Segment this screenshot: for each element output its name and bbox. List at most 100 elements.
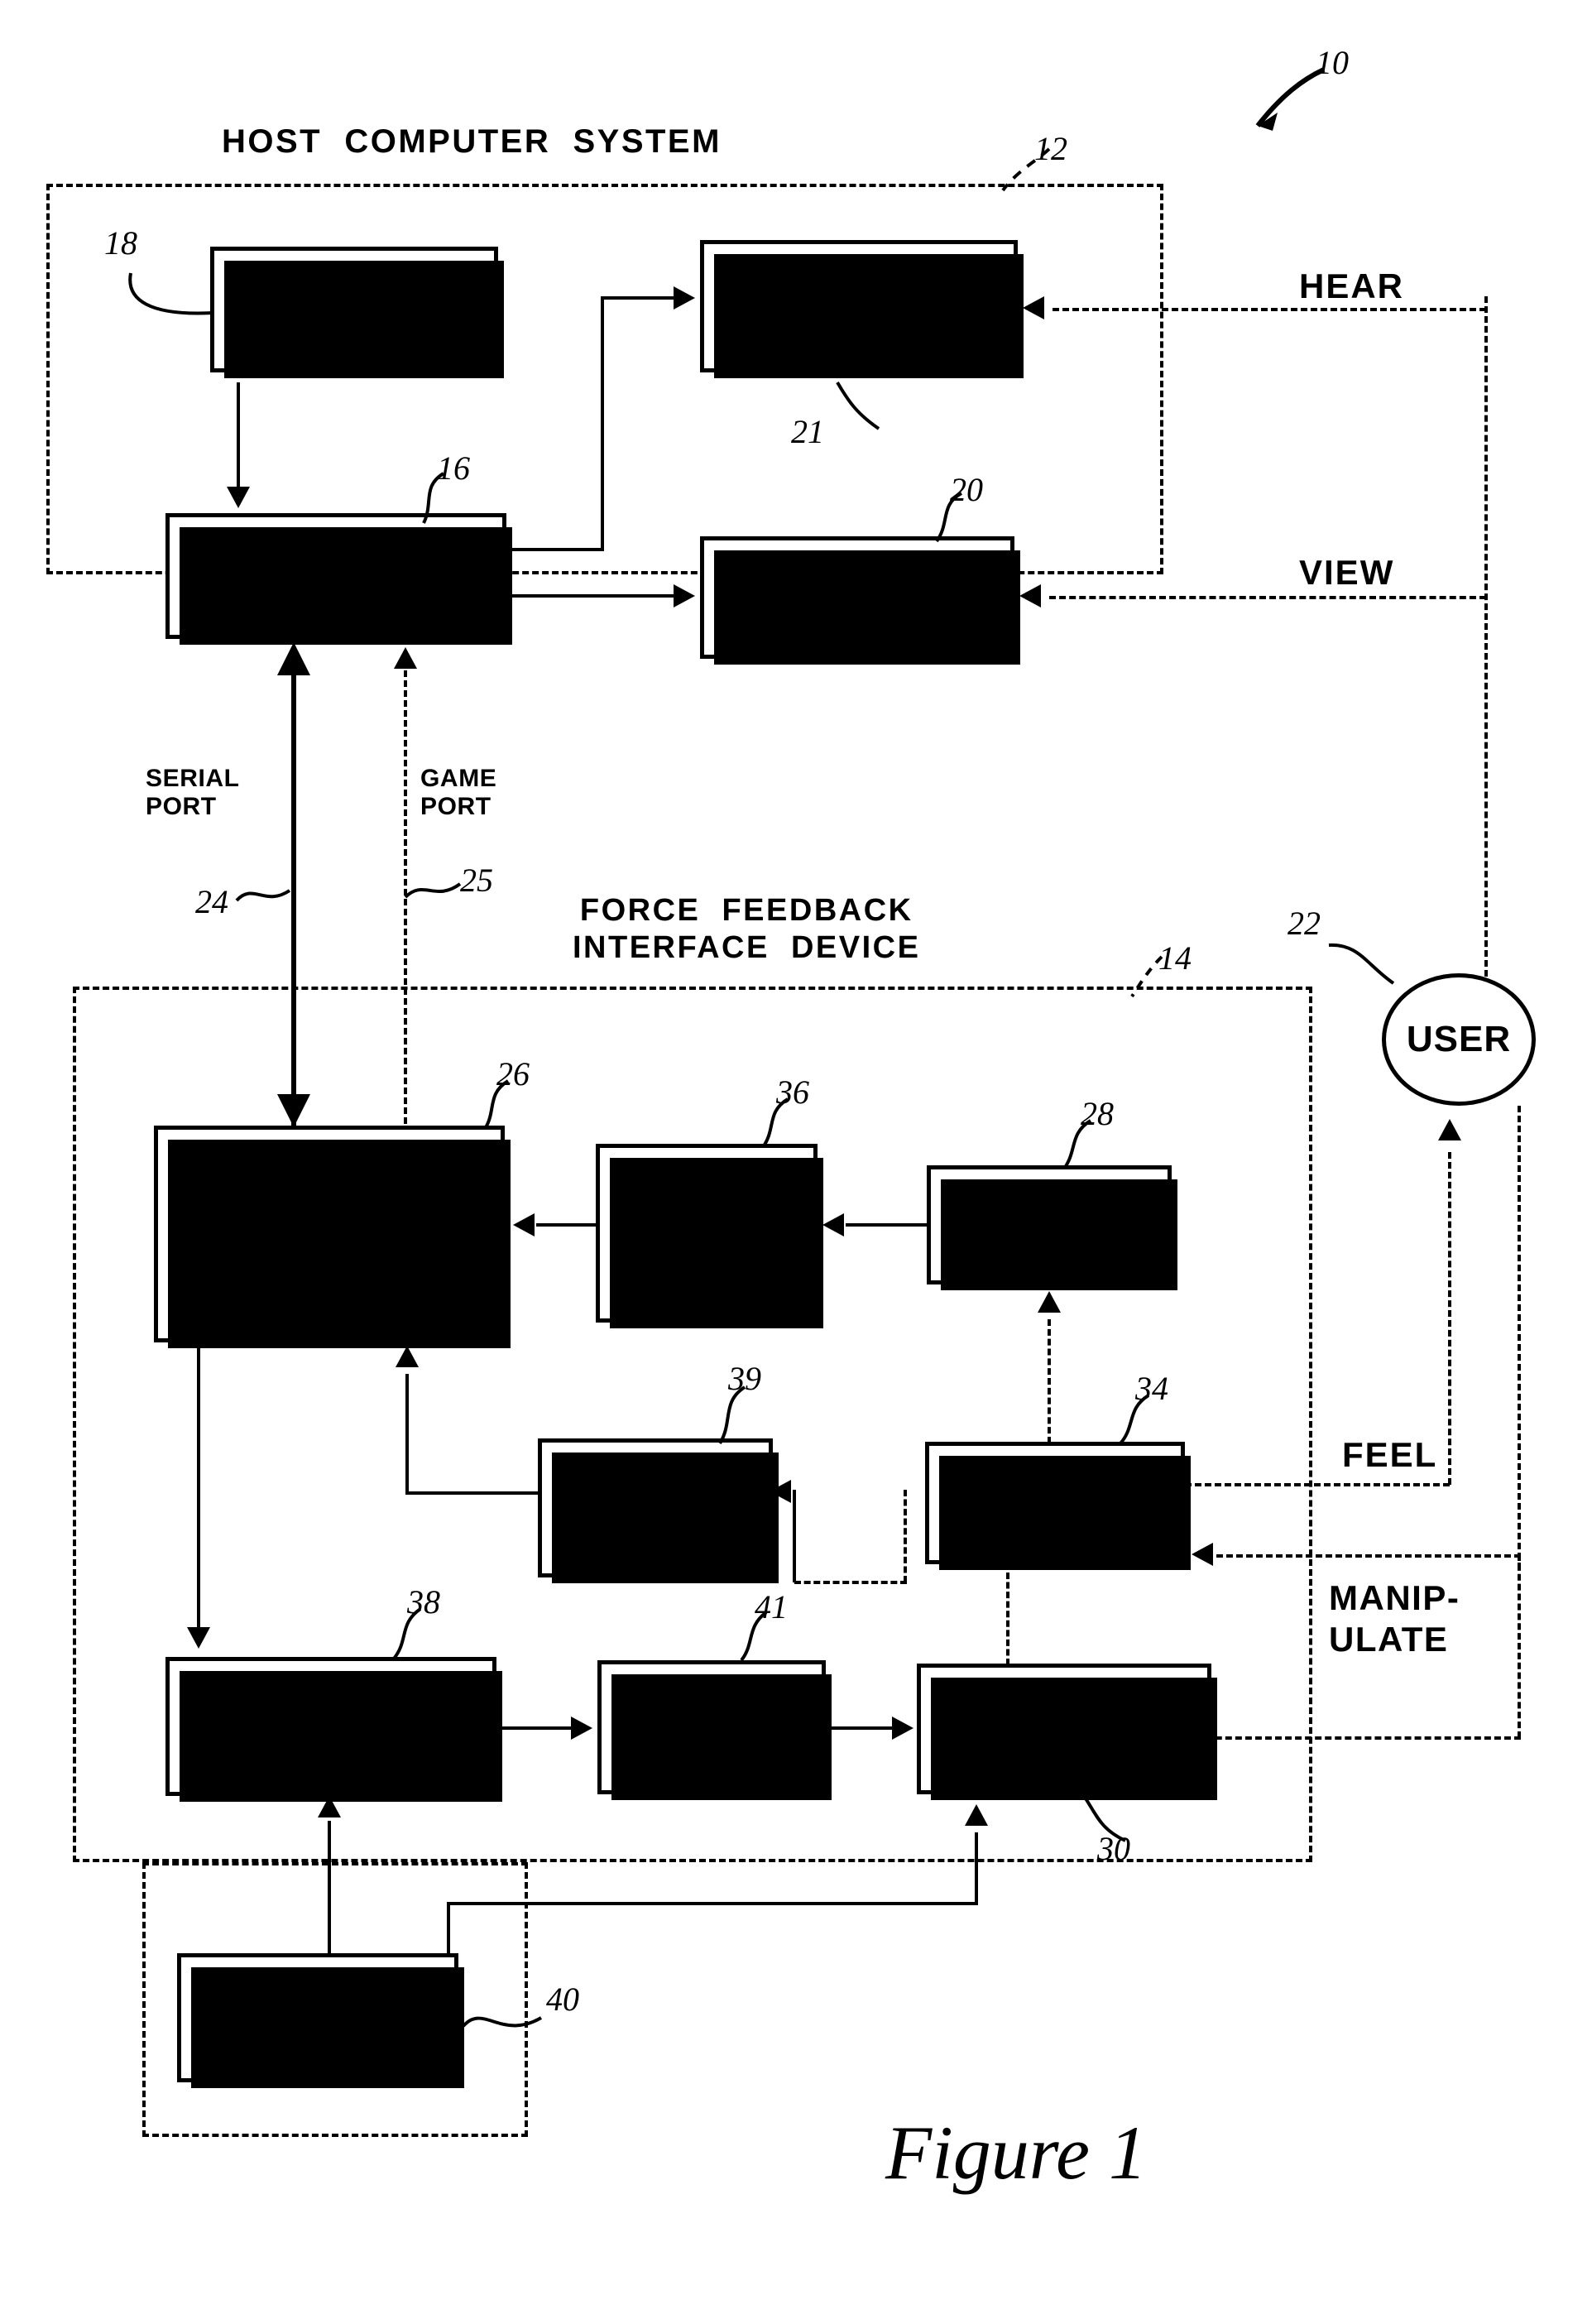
ref-24: 24: [195, 883, 228, 920]
feel-riser: [1448, 1152, 1451, 1485]
object-to-otherinput-v2: [793, 1490, 796, 1582]
ref-36: 36: [776, 1073, 809, 1111]
system-clock-block: SYSTEM CLOCK: [210, 247, 504, 378]
hear-arrow: [1023, 296, 1044, 319]
host-to-display-line: [506, 594, 677, 598]
other-input-block: OTHER INPUT: [538, 1438, 779, 1583]
actuators-block: ACTUATORS: [917, 1664, 1217, 1800]
host-system-title: HOST COMPUTER SYSTEM: [222, 123, 722, 160]
power-supply-block: POWER SUPPLY: [177, 1953, 464, 2088]
sensors-to-sensorif-line: [846, 1223, 928, 1227]
serial-port-arrow-up: [277, 642, 310, 675]
user-label: USER: [1406, 1019, 1512, 1059]
ref-34: 34: [1135, 1370, 1168, 1407]
clock-to-host-line: [237, 382, 240, 490]
game-port-arrow-up: [394, 647, 417, 669]
sensorif-to-micro-line: [536, 1223, 597, 1227]
sensorif-to-micro-arrow: [513, 1213, 535, 1236]
display-device-block: DISPLAY DEVICE: [700, 536, 1020, 665]
ref-40-leader: [462, 2016, 543, 2028]
view-line: [1049, 596, 1486, 599]
ref-16: 16: [437, 449, 470, 487]
manipulate-closure: [1518, 1554, 1521, 1738]
otherinput-to-micro-h: [405, 1491, 539, 1495]
ref-25: 25: [460, 862, 493, 899]
actuators-label: ACTUATORS: [949, 1708, 1179, 1750]
manipulate-label: MANIP- ULATE: [1329, 1578, 1460, 1659]
host-to-audio-v: [601, 298, 604, 550]
ref-24-leader: [235, 889, 291, 902]
manipulate-line-top: [1216, 1554, 1521, 1558]
audio-output-device-label: AUDIO OUT- PUT DEVICE: [747, 265, 971, 347]
local-microprocessor-label: LOCAL MICRO- PROCESSOR: [211, 1173, 448, 1295]
ref-22: 22: [1288, 905, 1321, 942]
actuator-interface-label: ACTUATOR INTERFACE: [226, 1685, 436, 1767]
object-to-otherinput-h: [794, 1581, 907, 1584]
actuatorif-to-safety-line: [496, 1726, 574, 1730]
otherinput-to-micro-arrow: [396, 1346, 419, 1367]
ref-12: 12: [1034, 130, 1067, 167]
patent-figure-page: HOST COMPUTER SYSTEM 12 10 SYSTEM CLOCK 1…: [0, 0, 1592, 2324]
ref-30: 30: [1097, 1830, 1130, 1867]
host-processor-label: HOST PROCESSOR: [218, 535, 454, 617]
micro-to-actuatorif-arrow: [187, 1627, 210, 1649]
user-sensory-trunk: [1484, 296, 1488, 977]
host-to-audio-h2: [601, 296, 677, 300]
hear-line: [1053, 308, 1486, 311]
ref-40: 40: [546, 1981, 579, 2018]
audio-output-device-block: AUDIO OUT- PUT DEVICE: [700, 240, 1024, 378]
device-title: FORCE FEEDBACK INTERFACE DEVICE: [573, 893, 921, 965]
ref-22-leader: [1328, 943, 1395, 985]
view-arrow: [1019, 584, 1041, 607]
feel-line: [1185, 1483, 1450, 1486]
object-to-sensors-arrow: [1038, 1291, 1061, 1313]
sensors-label: SENSORS: [958, 1204, 1140, 1246]
safety-switch-block: SAFETY SWITCH: [597, 1660, 832, 1800]
ref-38: 38: [407, 1583, 440, 1621]
safety-to-actuators-arrow: [892, 1717, 913, 1740]
micro-to-actuatorif-line: [197, 1342, 200, 1630]
local-microprocessor-block: LOCAL MICRO- PROCESSOR: [154, 1126, 511, 1348]
host-to-audio-arrow: [674, 286, 695, 310]
ref-28: 28: [1081, 1095, 1114, 1132]
manipulate-arrow: [1192, 1543, 1213, 1566]
serial-port-arrow-down: [277, 1094, 310, 1127]
actuatorif-to-safety-arrow: [571, 1717, 592, 1740]
host-processor-block: HOST PROCESSOR: [165, 513, 512, 645]
actuator-interface-block: ACTUATOR INTERFACE: [165, 1657, 502, 1802]
safety-switch-label: SAFETY SWITCH: [641, 1688, 782, 1766]
manipulate-riser: [1518, 1106, 1521, 1569]
ref-39: 39: [728, 1360, 761, 1397]
object-label: OBJECT: [980, 1482, 1130, 1524]
sensor-interface-block: SENSOR INTER- FACE: [596, 1144, 823, 1328]
object-block: OBJECT: [925, 1442, 1191, 1570]
other-input-label: OTHER INPUT: [590, 1467, 721, 1549]
power-to-actuatorif-line: [328, 1821, 331, 1955]
actuators-to-object-line: [1006, 1573, 1009, 1665]
object-to-sensors-line: [1048, 1319, 1051, 1443]
system-clock-label: SYSTEM CLOCK: [278, 268, 430, 350]
display-device-label: DISPLAY DEVICE: [778, 556, 937, 638]
power-supply-label: POWER SUPPLY: [245, 1976, 391, 2058]
serial-port-caption: SERIAL PORT: [146, 765, 240, 820]
sensors-to-sensorif-arrow: [822, 1213, 844, 1236]
object-to-otherinput-v: [904, 1490, 907, 1582]
host-to-audio-h1: [506, 548, 604, 551]
ref-25-leader: [404, 882, 462, 899]
ref-26: 26: [496, 1055, 530, 1092]
game-port-caption: GAME PORT: [420, 765, 497, 820]
ref-41: 41: [755, 1588, 788, 1625]
power-to-actuators-h: [447, 1902, 978, 1905]
view-label: VIEW: [1299, 553, 1395, 592]
ref-21: 21: [791, 413, 824, 450]
ref-20: 20: [950, 471, 983, 508]
figure-caption: Figure 1: [885, 2110, 1147, 2195]
ref-10: 10: [1316, 44, 1349, 81]
clock-to-host-arrow: [227, 487, 250, 508]
power-to-actuators-v1: [447, 1904, 450, 1955]
feel-label: FEEL: [1342, 1435, 1438, 1474]
sensors-block: SENSORS: [927, 1165, 1177, 1290]
power-to-actuators-arrow: [965, 1804, 988, 1826]
hear-label: HEAR: [1299, 266, 1405, 305]
ref-14: 14: [1158, 939, 1192, 977]
